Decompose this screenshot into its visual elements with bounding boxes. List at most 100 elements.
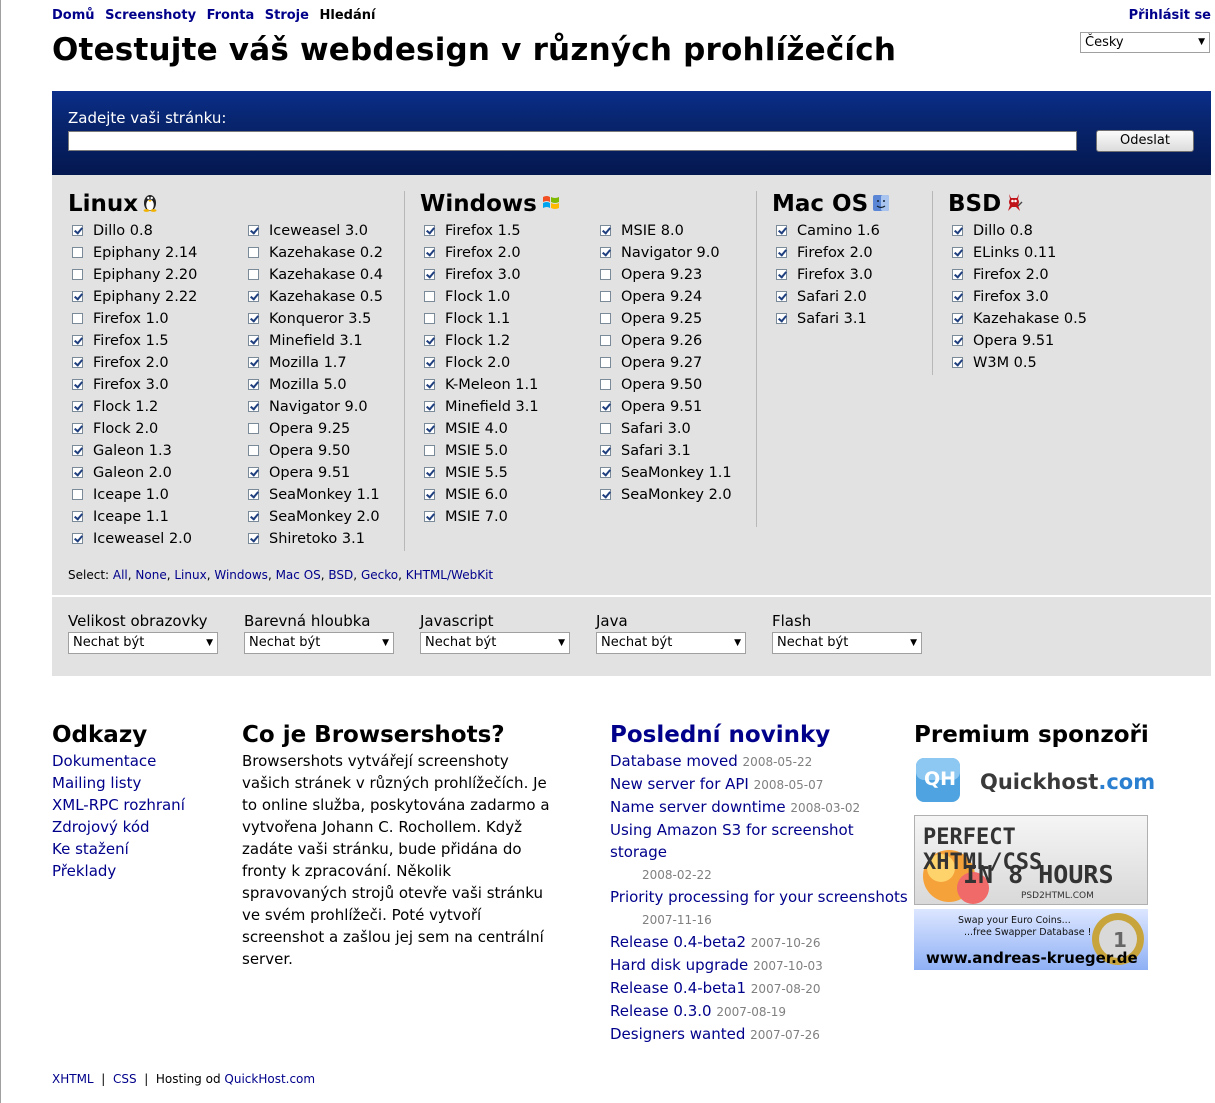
browser-checkbox[interactable]	[72, 511, 83, 522]
flash-select[interactable]: Nechat být ▼	[772, 632, 922, 654]
news-title-link[interactable]: Name server downtime	[610, 798, 786, 816]
browser-checkbox[interactable]	[424, 379, 435, 390]
browser-option[interactable]: Opera 9.51	[600, 396, 732, 418]
browser-option[interactable]: Safari 2.0	[776, 286, 880, 308]
news-title-link[interactable]: Database moved	[610, 752, 738, 770]
login-link[interactable]: Přihlásit se	[1129, 8, 1211, 23]
browser-option[interactable]: Konqueror 3.5	[248, 308, 383, 330]
news-title-link[interactable]: Release 0.4-beta2	[610, 933, 746, 951]
browser-checkbox[interactable]	[72, 379, 83, 390]
browser-checkbox[interactable]	[424, 511, 435, 522]
nav-machines-link[interactable]: Stroje	[265, 8, 309, 23]
browser-checkbox[interactable]	[424, 291, 435, 302]
browser-checkbox[interactable]	[72, 291, 83, 302]
documentation-link[interactable]: Dokumentace	[52, 752, 156, 770]
news-heading-link[interactable]: Poslední novinky	[610, 722, 830, 748]
screen-size-select[interactable]: Nechat být ▼	[68, 632, 218, 654]
news-title-link[interactable]: Using Amazon S3 for screenshot storage	[610, 821, 854, 861]
browser-option[interactable]: Navigator 9.0	[600, 242, 732, 264]
browser-option[interactable]: MSIE 7.0	[424, 506, 539, 528]
browser-checkbox[interactable]	[600, 467, 611, 478]
browser-checkbox[interactable]	[952, 247, 963, 258]
browser-option[interactable]: W3M 0.5	[952, 352, 1087, 374]
quickhost-link[interactable]: QuickHost.com	[224, 1072, 315, 1086]
browser-checkbox[interactable]	[600, 335, 611, 346]
browser-checkbox[interactable]	[952, 335, 963, 346]
browser-option[interactable]: Opera 9.50	[600, 374, 732, 396]
browser-option[interactable]: ELinks 0.11	[952, 242, 1087, 264]
browser-checkbox[interactable]	[248, 423, 259, 434]
browser-checkbox[interactable]	[72, 247, 83, 258]
browser-option[interactable]: Epiphany 2.20	[72, 264, 197, 286]
browser-option[interactable]: Flock 2.0	[72, 418, 197, 440]
source-code-link[interactable]: Zdrojový kód	[52, 818, 150, 836]
browser-checkbox[interactable]	[424, 247, 435, 258]
browser-option[interactable]: Iceape 1.0	[72, 484, 197, 506]
browser-option[interactable]: Opera 9.51	[248, 462, 383, 484]
java-select[interactable]: Nechat být ▼	[596, 632, 746, 654]
browser-option[interactable]: SeaMonkey 1.1	[600, 462, 732, 484]
browser-checkbox[interactable]	[600, 247, 611, 258]
browser-checkbox[interactable]	[248, 225, 259, 236]
browser-checkbox[interactable]	[600, 291, 611, 302]
url-input[interactable]	[68, 131, 1077, 151]
browser-checkbox[interactable]	[776, 269, 787, 280]
browser-option[interactable]: Opera 9.24	[600, 286, 732, 308]
browser-checkbox[interactable]	[248, 489, 259, 500]
browser-checkbox[interactable]	[600, 225, 611, 236]
krueger-sponsor-banner[interactable]: 1 Swap your Euro Coins... ...free Swappe…	[914, 909, 1148, 970]
browser-checkbox[interactable]	[952, 291, 963, 302]
browser-checkbox[interactable]	[72, 423, 83, 434]
browser-option[interactable]: Flock 1.0	[424, 286, 539, 308]
browser-checkbox[interactable]	[72, 445, 83, 456]
browser-checkbox[interactable]	[248, 335, 259, 346]
browser-checkbox[interactable]	[424, 225, 435, 236]
browser-checkbox[interactable]	[72, 357, 83, 368]
browser-option[interactable]: Dillo 0.8	[72, 220, 197, 242]
browser-option[interactable]: Safari 3.1	[600, 440, 732, 462]
nav-home-link[interactable]: Domů	[52, 8, 95, 23]
browser-checkbox[interactable]	[600, 313, 611, 324]
browser-checkbox[interactable]	[248, 357, 259, 368]
xhtml-validator-link[interactable]: XHTML	[52, 1072, 94, 1086]
browser-checkbox[interactable]	[248, 313, 259, 324]
news-title-link[interactable]: Release 0.4-beta1	[610, 979, 746, 997]
browser-checkbox[interactable]	[248, 511, 259, 522]
language-select[interactable]: Česky ▼	[1080, 32, 1210, 53]
select-none-link[interactable]: None	[135, 568, 166, 582]
browser-checkbox[interactable]	[248, 533, 259, 544]
browser-option[interactable]: MSIE 8.0	[600, 220, 732, 242]
browser-option[interactable]: Safari 3.1	[776, 308, 880, 330]
quickhost-sponsor-banner[interactable]: QH Quickhost.com	[914, 756, 1155, 804]
select-all-link[interactable]: All	[113, 568, 128, 582]
browser-checkbox[interactable]	[72, 467, 83, 478]
browser-checkbox[interactable]	[72, 401, 83, 412]
news-heading[interactable]: Poslední novinky	[610, 722, 830, 748]
xml-rpc-link[interactable]: XML-RPC rozhraní	[52, 796, 185, 814]
browser-option[interactable]: Kazehakase 0.5	[952, 308, 1087, 330]
browser-option[interactable]: Epiphany 2.14	[72, 242, 197, 264]
nav-screenshots-link[interactable]: Screenshoty	[105, 8, 196, 23]
mailing-lists-link[interactable]: Mailing listy	[52, 774, 141, 792]
browser-option[interactable]: Flock 1.1	[424, 308, 539, 330]
browser-option[interactable]: Kazehakase 0.4	[248, 264, 383, 286]
browser-option[interactable]: Minefield 3.1	[248, 330, 383, 352]
news-title-link[interactable]: New server for API	[610, 775, 749, 793]
submit-button[interactable]: Odeslat	[1096, 130, 1194, 152]
browser-checkbox[interactable]	[424, 489, 435, 500]
browser-checkbox[interactable]	[248, 291, 259, 302]
browser-checkbox[interactable]	[600, 401, 611, 412]
browser-option[interactable]: Iceweasel 3.0	[248, 220, 383, 242]
browser-checkbox[interactable]	[248, 467, 259, 478]
psd2html-sponsor-banner[interactable]: PERFECT XHTML/CSS IN 8 HOURS PSD2HTML.CO…	[914, 815, 1148, 905]
browser-option[interactable]: Firefox 1.5	[424, 220, 539, 242]
browser-option[interactable]: Firefox 1.5	[72, 330, 197, 352]
browser-checkbox[interactable]	[776, 225, 787, 236]
news-title-link[interactable]: Designers wanted	[610, 1025, 745, 1043]
browser-option[interactable]: Iceweasel 2.0	[72, 528, 197, 550]
browser-checkbox[interactable]	[600, 269, 611, 280]
browser-checkbox[interactable]	[248, 269, 259, 280]
javascript-select[interactable]: Nechat být ▼	[420, 632, 570, 654]
browser-option[interactable]: Navigator 9.0	[248, 396, 383, 418]
browser-checkbox[interactable]	[776, 313, 787, 324]
